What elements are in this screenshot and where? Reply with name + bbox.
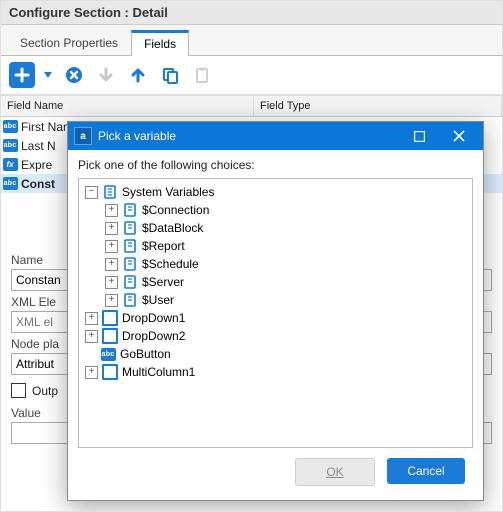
cancel-button[interactable]: Cancel [387,458,465,484]
tree-node[interactable]: + $Server [81,273,470,291]
expression-icon: fx [1,158,19,171]
dropdown-icon [102,364,118,380]
tree-label: $Schedule [142,257,199,271]
tab-section-properties[interactable]: Section Properties [7,31,131,55]
add-button[interactable] [9,62,35,88]
tree-label: $Server [142,275,184,289]
expand-icon[interactable]: + [105,294,118,307]
variable-icon [122,256,138,272]
variable-icon [122,220,138,236]
expand-icon[interactable]: + [85,366,98,379]
expand-icon[interactable]: + [105,204,118,217]
tree-label: $Report [142,239,185,253]
variable-tree[interactable]: − System Variables + $Connection + $Data… [78,178,473,448]
tree-label: MultiColumn1 [122,365,195,379]
output-label: Outp [32,384,58,398]
toolbar [1,56,502,95]
tree-label: $Connection [142,203,209,217]
checkbox-icon [11,383,26,398]
tree-node[interactable]: + DropDown2 [81,327,470,345]
page-title: Configure Section : Detail [1,1,502,25]
expand-icon[interactable]: + [105,222,118,235]
expand-icon[interactable]: + [85,312,98,325]
app-icon: a [74,127,92,145]
tree-node[interactable]: + $DataBlock [81,219,470,237]
paste-button [189,62,215,88]
tree-label: DropDown2 [122,329,185,343]
tree-node[interactable]: + $Connection [81,201,470,219]
tab-fields[interactable]: Fields [131,30,189,56]
expand-icon[interactable]: + [105,276,118,289]
tree-label: System Variables [122,185,214,199]
expand-icon[interactable]: + [85,330,98,343]
move-down-button [93,62,119,88]
ok-button: OK [295,458,375,486]
text-icon: abc [1,120,19,133]
tree-label: $User [142,293,174,307]
move-up-button[interactable] [125,62,151,88]
tree-node[interactable]: + MultiColumn1 [81,363,470,381]
tree-node[interactable]: + $Report [81,237,470,255]
variable-icon [122,274,138,290]
tree-node-system-variables[interactable]: − System Variables [81,183,470,201]
text-icon: abc [100,346,116,362]
col-field-type[interactable]: Field Type [254,96,502,116]
dropdown-icon [102,310,118,326]
col-field-name[interactable]: Field Name [1,96,254,116]
maximize-button[interactable] [399,122,439,150]
tree-label: GoButton [120,347,171,361]
tab-bar: Section Properties Fields [1,25,502,56]
tree-node[interactable]: + $User [81,291,470,309]
collapse-icon[interactable]: − [85,186,98,199]
dialog-titlebar[interactable]: a Pick a variable [68,122,483,150]
grid-header: Field Name Field Type [1,95,502,117]
expand-icon[interactable]: + [105,240,118,253]
tree-label: $DataBlock [142,221,203,235]
variable-icon [122,238,138,254]
expand-icon[interactable]: + [105,258,118,271]
variable-icon [122,292,138,308]
add-dropdown-arrow[interactable] [41,72,55,78]
delete-button[interactable] [61,62,87,88]
folder-icon [102,184,118,200]
tree-node[interactable]: + $Schedule [81,255,470,273]
leaf-icon [85,349,96,360]
tree-node[interactable]: abc GoButton [81,345,470,363]
copy-button[interactable] [157,62,183,88]
text-icon: abc [1,177,19,190]
tree-node[interactable]: + DropDown1 [81,309,470,327]
tree-label: DropDown1 [122,311,185,325]
variable-icon [122,202,138,218]
dialog-title: Pick a variable [98,129,399,143]
close-button[interactable] [439,122,479,150]
text-icon: abc [1,139,19,152]
dropdown-icon [102,328,118,344]
dialog-instruction: Pick one of the following choices: [78,158,473,172]
pick-variable-dialog: a Pick a variable Pick one of the follow… [67,121,484,501]
